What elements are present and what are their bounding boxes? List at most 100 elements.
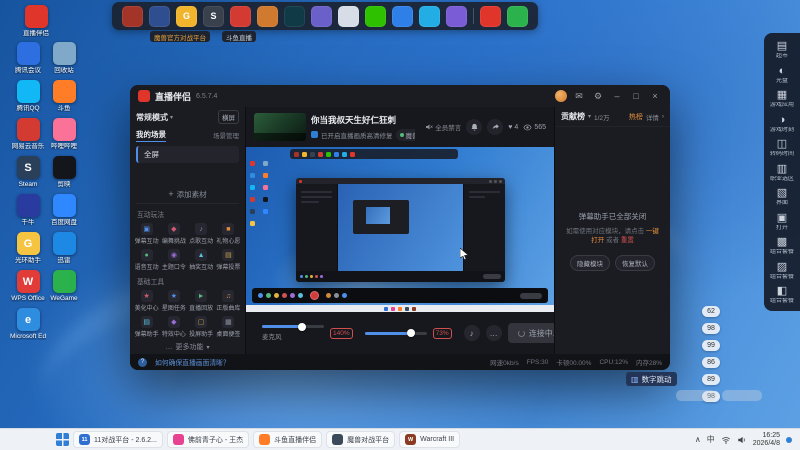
- taskbar-app-11platform[interactable]: 11 11对战平台 - 2.6.2...: [73, 431, 163, 448]
- desktop-icon-baidu-netdisk[interactable]: 百度网盘: [46, 194, 82, 226]
- rtb-item-open[interactable]: ▣ 打开: [764, 210, 800, 234]
- rtb-item-bundle-3[interactable]: ◧ 组合套餐: [764, 283, 800, 307]
- rtb-item-disc[interactable]: ◐ 光盘: [764, 63, 800, 87]
- feature-danmu-vote[interactable]: ▤ 弹幕投票: [215, 247, 242, 273]
- clock[interactable]: 16:25 2026/4/8: [753, 432, 780, 448]
- tab-my-scenes[interactable]: 我的场景: [136, 129, 166, 142]
- dock-icon-battlenet[interactable]: [149, 5, 170, 27]
- start-button[interactable]: [56, 433, 69, 446]
- input-language-indicator[interactable]: 中: [707, 434, 715, 445]
- scene-item-fullscreen[interactable]: 全屏: [136, 146, 239, 163]
- dock-icon-bilibili[interactable]: [419, 5, 440, 27]
- notification-icon[interactable]: [786, 436, 792, 443]
- mute-all-button[interactable]: 全员禁言: [425, 122, 461, 132]
- tool-music-library[interactable]: ♫ 正版曲库: [215, 288, 242, 314]
- settings-icon[interactable]: ⚙: [591, 89, 605, 103]
- feature-lottery[interactable]: ▲ 抽奖互动: [188, 247, 215, 273]
- rtb-item-game-moments[interactable]: ◑ 游戏时刻: [764, 112, 800, 136]
- tool-star-task[interactable]: ★ 星图任务: [160, 288, 187, 314]
- orientation-chip[interactable]: 横屏: [218, 110, 239, 124]
- tool-desktop-notes[interactable]: ▦ 桌面便签: [215, 314, 242, 340]
- hot-rank-link[interactable]: 热榜: [629, 112, 643, 122]
- dock-icon-qq[interactable]: [338, 5, 359, 27]
- desktop-icon-gamehelper[interactable]: G 光环助手: [10, 232, 46, 264]
- dock-icon-steam[interactable]: S: [203, 5, 224, 27]
- stream-preview[interactable]: [246, 147, 554, 312]
- taskbar-app-warcraft3[interactable]: W Warcraft III: [399, 431, 461, 448]
- taskbar-app-war3-platform[interactable]: 魔兽对战平台: [326, 431, 396, 448]
- desktop-icon-netease-music[interactable]: 网易云音乐: [10, 118, 46, 150]
- taskbar-app-douyu-companion[interactable]: 斗鱼直播伴侣: [253, 431, 323, 448]
- dock-icon-wecom[interactable]: [392, 5, 413, 27]
- number-jump-widget[interactable]: ▥ 数字跳动: [626, 372, 677, 386]
- share-icon[interactable]: [487, 119, 504, 135]
- desktop-icon-live-companion[interactable]: 直播伴侣: [18, 5, 54, 37]
- desktop-icon-wegame[interactable]: WeGame: [46, 270, 82, 302]
- more-features-button[interactable]: … 更多功能 ▾: [130, 340, 245, 354]
- desktop-icon-steam[interactable]: S Steam: [10, 156, 46, 188]
- tab-contribution[interactable]: 贡献榜: [561, 111, 585, 122]
- more-audio-button[interactable]: …: [485, 325, 502, 341]
- rtb-item-bundle-1[interactable]: ▩ 组合套餐: [764, 234, 800, 258]
- tool-danmu-assistant[interactable]: ▤ 弹幕助手: [133, 314, 160, 340]
- feature-voice-interaction[interactable]: ● 语音互动: [133, 247, 160, 273]
- feature-song-request[interactable]: ♪ 点歌互动: [188, 221, 215, 247]
- reset-link[interactable]: 重置: [621, 237, 634, 244]
- add-source-button[interactable]: + 添加素材: [130, 187, 245, 201]
- rtb-item-market[interactable]: ▤ 超市: [764, 38, 800, 62]
- dock-icon-gamehelper[interactable]: G: [176, 5, 197, 27]
- tool-screen-cast[interactable]: ▢ 投屏助手: [188, 314, 215, 340]
- dock-icon-netease-music[interactable]: [230, 5, 251, 27]
- tool-replay[interactable]: ► 直播回放: [188, 288, 215, 314]
- feature-danmu-interaction[interactable]: ▣ 弹幕互动: [133, 221, 160, 247]
- dock-icon-lol[interactable]: [284, 5, 305, 27]
- detail-link[interactable]: 详情: [646, 112, 659, 122]
- user-avatar[interactable]: [555, 90, 567, 102]
- category-chip[interactable]: 魔兽争霸-绿色和平: [395, 128, 416, 141]
- desktop-icon-wps[interactable]: W WPS Office: [10, 270, 46, 302]
- feature-gift-wish[interactable]: ■ 礼物心愿: [215, 221, 242, 247]
- tool-beauty-center[interactable]: ★ 美化中心: [133, 288, 160, 314]
- rtb-item-transcode[interactable]: ◫ 转码时间: [764, 136, 800, 160]
- dock-icon-wechat[interactable]: [365, 5, 386, 27]
- wifi-icon[interactable]: [721, 435, 731, 445]
- close-button[interactable]: ×: [648, 89, 662, 103]
- system-volume-slider[interactable]: [364, 329, 427, 337]
- mode-select[interactable]: 常规模式: [136, 112, 168, 123]
- window-titlebar[interactable]: 直播伴侣 6.5.7.4 ✉ ⚙ – □ ×: [130, 85, 670, 107]
- desktop-icon-qianniu[interactable]: 千牛: [10, 194, 46, 226]
- mic-volume-slider[interactable]: [262, 322, 324, 331]
- rtb-item-game-apps[interactable]: ▦ 游戏应用: [764, 87, 800, 111]
- help-link[interactable]: 如何确保直播画面清晰？: [155, 357, 230, 367]
- maximize-button[interactable]: □: [629, 89, 643, 103]
- dock-icon-genshin[interactable]: [311, 5, 332, 27]
- rtb-item-ui[interactable]: ▧ 界面: [764, 185, 800, 209]
- desktop-icon-qq[interactable]: 腾讯QQ: [10, 80, 46, 112]
- desktop-icon-bilibili[interactable]: 哔哩哔哩: [46, 118, 82, 150]
- slider-knob[interactable]: [407, 329, 416, 337]
- tab-scene-manage[interactable]: 场景管理: [213, 130, 239, 140]
- desktop-icon-edge[interactable]: e Microsoft Edge: [10, 308, 46, 340]
- dock-icon-wegame[interactable]: [507, 5, 528, 27]
- volume-icon[interactable]: [737, 435, 747, 445]
- hide-module-button[interactable]: 隐藏模块: [570, 254, 610, 271]
- taskbar-app-music[interactable]: 佛前青子心 - 王杰: [166, 431, 250, 448]
- minimize-button[interactable]: –: [610, 89, 624, 103]
- feature-theme-password[interactable]: ◉ 主题口令: [160, 247, 187, 273]
- desktop-icon-douyu[interactable]: 斗鱼: [46, 80, 82, 112]
- rtb-item-zone[interactable]: ▥ 职业选区: [764, 161, 800, 185]
- slider-knob[interactable]: [297, 322, 306, 331]
- desktop-icon-recycle-bin[interactable]: 回收站: [46, 42, 82, 74]
- tool-effects-center[interactable]: ◆ 特效中心: [160, 314, 187, 340]
- dock-icon-live-companion[interactable]: [480, 5, 501, 27]
- desktop-icon-tencent-meeting[interactable]: 腾讯会议: [10, 42, 46, 74]
- desktop-icon-xunlei[interactable]: 迅雷: [46, 232, 82, 264]
- dock-icon-mumu[interactable]: [446, 5, 467, 27]
- dock-icon-crossfire[interactable]: [257, 5, 278, 27]
- dock-icon-war3[interactable]: [122, 5, 143, 27]
- bell-icon[interactable]: [466, 119, 483, 135]
- message-icon[interactable]: ✉: [572, 89, 586, 103]
- restore-default-button[interactable]: 恢复默认: [615, 254, 655, 271]
- tray-expand-icon[interactable]: ∧: [695, 435, 701, 444]
- rtb-item-bundle-2[interactable]: ▨ 组合套餐: [764, 259, 800, 283]
